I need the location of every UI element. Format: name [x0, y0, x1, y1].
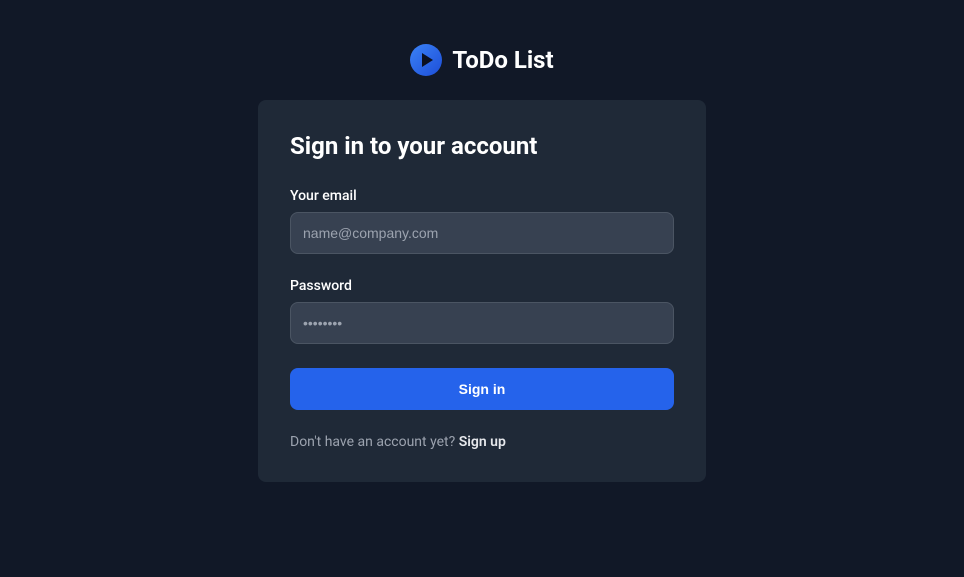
card-heading: Sign in to your account: [290, 132, 674, 160]
password-group: Password: [290, 278, 674, 344]
signin-button[interactable]: Sign in: [290, 368, 674, 410]
app-title: ToDo List: [452, 46, 553, 74]
signup-row: Don't have an account yet? Sign up: [290, 434, 674, 450]
password-label: Password: [290, 278, 674, 294]
email-field[interactable]: [290, 212, 674, 254]
logo-icon: [410, 44, 442, 76]
password-field[interactable]: [290, 302, 674, 344]
signup-prompt-text: Don't have an account yet?: [290, 434, 459, 450]
email-label: Your email: [290, 188, 674, 204]
signin-card: Sign in to your account Your email Passw…: [258, 100, 706, 482]
email-group: Your email: [290, 188, 674, 254]
play-triangle-icon: [422, 53, 433, 67]
logo-row: ToDo List: [410, 44, 553, 76]
signup-link[interactable]: Sign up: [459, 434, 506, 450]
